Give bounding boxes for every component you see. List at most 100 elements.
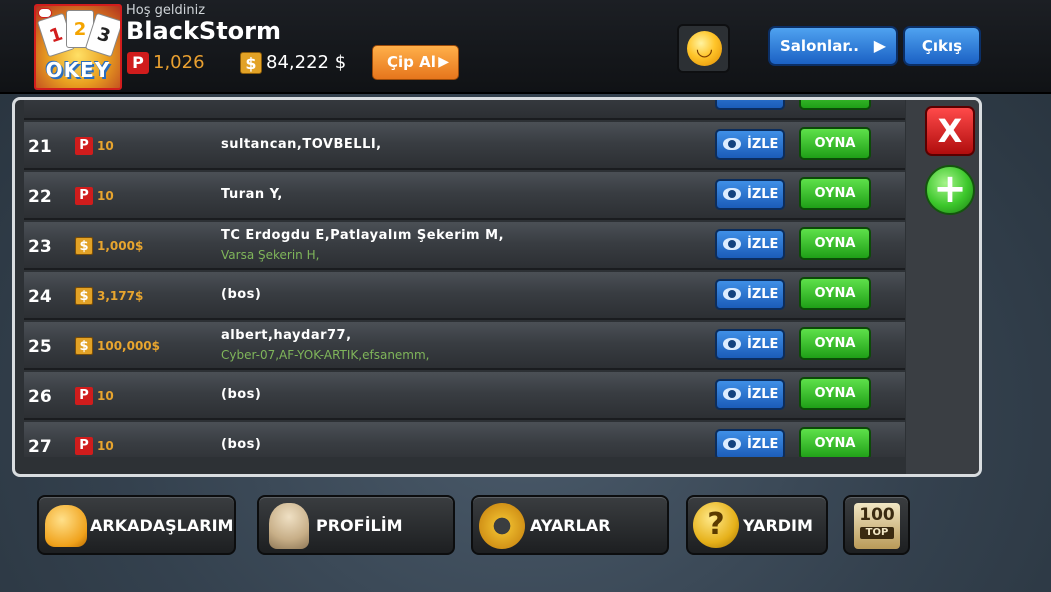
watch-label: İZLE xyxy=(747,287,779,302)
smiley-icon: ◡ xyxy=(687,31,722,66)
watch-button[interactable] xyxy=(715,100,785,110)
profile-button[interactable]: PROFİLİM xyxy=(257,495,455,555)
table-players: (bos) xyxy=(221,437,262,452)
gear-icon xyxy=(479,503,525,549)
money-icon: $ xyxy=(75,337,93,355)
watch-button[interactable]: İZLE xyxy=(715,329,785,360)
username: BlackStorm xyxy=(126,17,281,45)
table-list[interactable]: 21 P 10 sultancan,TOVBELLI, İZLE OYNA 22 P 10 Tur… xyxy=(24,100,905,457)
watch-label: İZLE xyxy=(747,437,779,452)
table-row[interactable]: 21 P 10 sultancan,TOVBELLI, İZLE OYNA xyxy=(24,122,905,170)
play-button[interactable]: OYNA xyxy=(799,427,871,457)
watch-label: İZLE xyxy=(747,387,779,402)
help-icon: ? xyxy=(693,502,739,548)
logout-button[interactable]: Çıkış xyxy=(903,26,981,66)
settings-button[interactable]: AYARLAR xyxy=(471,495,669,555)
friends-button[interactable]: ARKADAŞLARIM xyxy=(37,495,236,555)
money-icon: $ xyxy=(240,52,262,74)
table-number: 22 xyxy=(28,187,52,207)
watch-label: İZLE xyxy=(747,187,779,202)
help-button[interactable]: ? YARDIM xyxy=(686,495,828,555)
top-bar: 1 2 3 OKEY Hoş geldiniz BlackStorm P 1,0… xyxy=(0,0,1051,94)
watch-label: İZLE xyxy=(747,337,779,352)
eye-icon xyxy=(723,138,741,150)
watch-button[interactable]: İZLE xyxy=(715,229,785,260)
top100-button[interactable]: 100 TOP xyxy=(843,495,910,555)
logo-text: OKEY xyxy=(45,58,111,82)
chevron-right-icon: ▶ xyxy=(873,36,886,55)
points-value: 1,026 xyxy=(153,52,205,73)
eye-icon xyxy=(723,388,741,400)
watch-button[interactable]: İZLE xyxy=(715,429,785,457)
table-watchers: Varsa Şekerin H, xyxy=(221,248,320,262)
table-number: 24 xyxy=(28,287,52,307)
table-row[interactable]: 24 $3,177$ (bos) İZLE OYNA xyxy=(24,272,905,320)
emoji-button[interactable]: ◡ xyxy=(677,24,730,73)
eye-icon xyxy=(723,288,741,300)
points-icon: P xyxy=(127,52,149,74)
watch-button[interactable]: İZLE xyxy=(715,379,785,410)
table-players: (bos) xyxy=(221,287,262,302)
points-icon: P xyxy=(75,387,93,405)
table-row-partial[interactable] xyxy=(24,100,905,120)
table-players: TC Erdogdu E,Patlayalım Şekerim M, xyxy=(221,228,505,243)
welcome-text: Hoş geldiniz xyxy=(126,3,206,18)
table-row[interactable]: 26 P 10 (bos) İZLE OYNA xyxy=(24,372,905,420)
play-button[interactable]: OYNA xyxy=(799,277,871,310)
top100-icon: 100 TOP xyxy=(854,503,900,549)
table-number: 23 xyxy=(28,237,52,257)
watch-button[interactable]: İZLE xyxy=(715,129,785,160)
watch-label: İZLE xyxy=(747,137,779,152)
close-icon[interactable]: X xyxy=(925,106,975,156)
watch-button[interactable]: İZLE xyxy=(715,179,785,210)
play-button[interactable]: OYNA xyxy=(799,177,871,210)
table-stake: 10 xyxy=(97,389,114,403)
table-players: albert,haydar77, xyxy=(221,328,352,343)
table-stake: 100,000$ xyxy=(97,339,161,353)
eye-icon xyxy=(723,438,741,450)
eye-icon xyxy=(723,188,741,200)
table-number: 27 xyxy=(28,437,52,457)
table-number: 26 xyxy=(28,387,52,407)
play-button[interactable] xyxy=(799,100,871,110)
salons-button[interactable]: Salonlar.. ▶ xyxy=(768,26,898,66)
points-icon: P xyxy=(75,137,93,155)
watch-label: İZLE xyxy=(747,237,779,252)
buy-chips-button[interactable]: Çip Al ▶ xyxy=(372,45,459,80)
eye-icon xyxy=(723,238,741,250)
settings-label: AYARLAR xyxy=(530,516,611,535)
table-row[interactable]: 22 P 10 Turan Y, İZLE OYNA xyxy=(24,172,905,220)
money-icon: $ xyxy=(75,237,93,255)
play-button[interactable]: OYNA xyxy=(799,327,871,360)
chevron-right-icon: ▶ xyxy=(438,54,449,70)
play-button[interactable]: OYNA xyxy=(799,227,871,260)
okey-logo: 1 2 3 OKEY xyxy=(34,4,122,90)
side-column xyxy=(906,100,979,474)
table-watchers: Cyber-07,AF-YOK-ARTIK,efsanemm, xyxy=(221,348,430,362)
watch-button[interactable]: İZLE xyxy=(715,279,785,310)
money-icon: $ xyxy=(75,287,93,305)
table-stake: 1,000$ xyxy=(97,239,144,253)
table-stake: 3,177$ xyxy=(97,289,144,303)
friends-icon xyxy=(45,505,87,547)
table-stake: 10 xyxy=(97,439,114,453)
table-players: (bos) xyxy=(221,387,262,402)
salons-label: Salonlar.. xyxy=(780,37,859,55)
friends-label: ARKADAŞLARIM xyxy=(90,516,234,535)
add-table-icon[interactable]: + xyxy=(925,165,975,215)
table-number: 21 xyxy=(28,137,52,157)
table-list-panel: 21 P 10 sultancan,TOVBELLI, İZLE OYNA 22 P 10 Tur… xyxy=(12,97,982,477)
top100-number: 100 xyxy=(859,505,895,525)
buy-chips-label: Çip Al xyxy=(387,53,436,71)
play-button[interactable]: OYNA xyxy=(799,377,871,410)
eye-icon xyxy=(723,338,741,350)
table-row[interactable]: 25 $100,000$ albert,haydar77, Cyber-07,AF-Y… xyxy=(24,322,905,370)
top100-label: TOP xyxy=(860,527,894,539)
table-row[interactable]: 27 P 10 (bos) İZLE OYNA xyxy=(24,422,905,457)
points-icon: P xyxy=(75,437,93,455)
table-stake: 10 xyxy=(97,139,114,153)
play-button[interactable]: OYNA xyxy=(799,127,871,160)
table-players: sultancan,TOVBELLI, xyxy=(221,137,382,152)
profile-icon xyxy=(269,503,309,549)
table-row[interactable]: 23 $1,000$ TC Erdogdu E,Patlayalım Şekerim… xyxy=(24,222,905,270)
